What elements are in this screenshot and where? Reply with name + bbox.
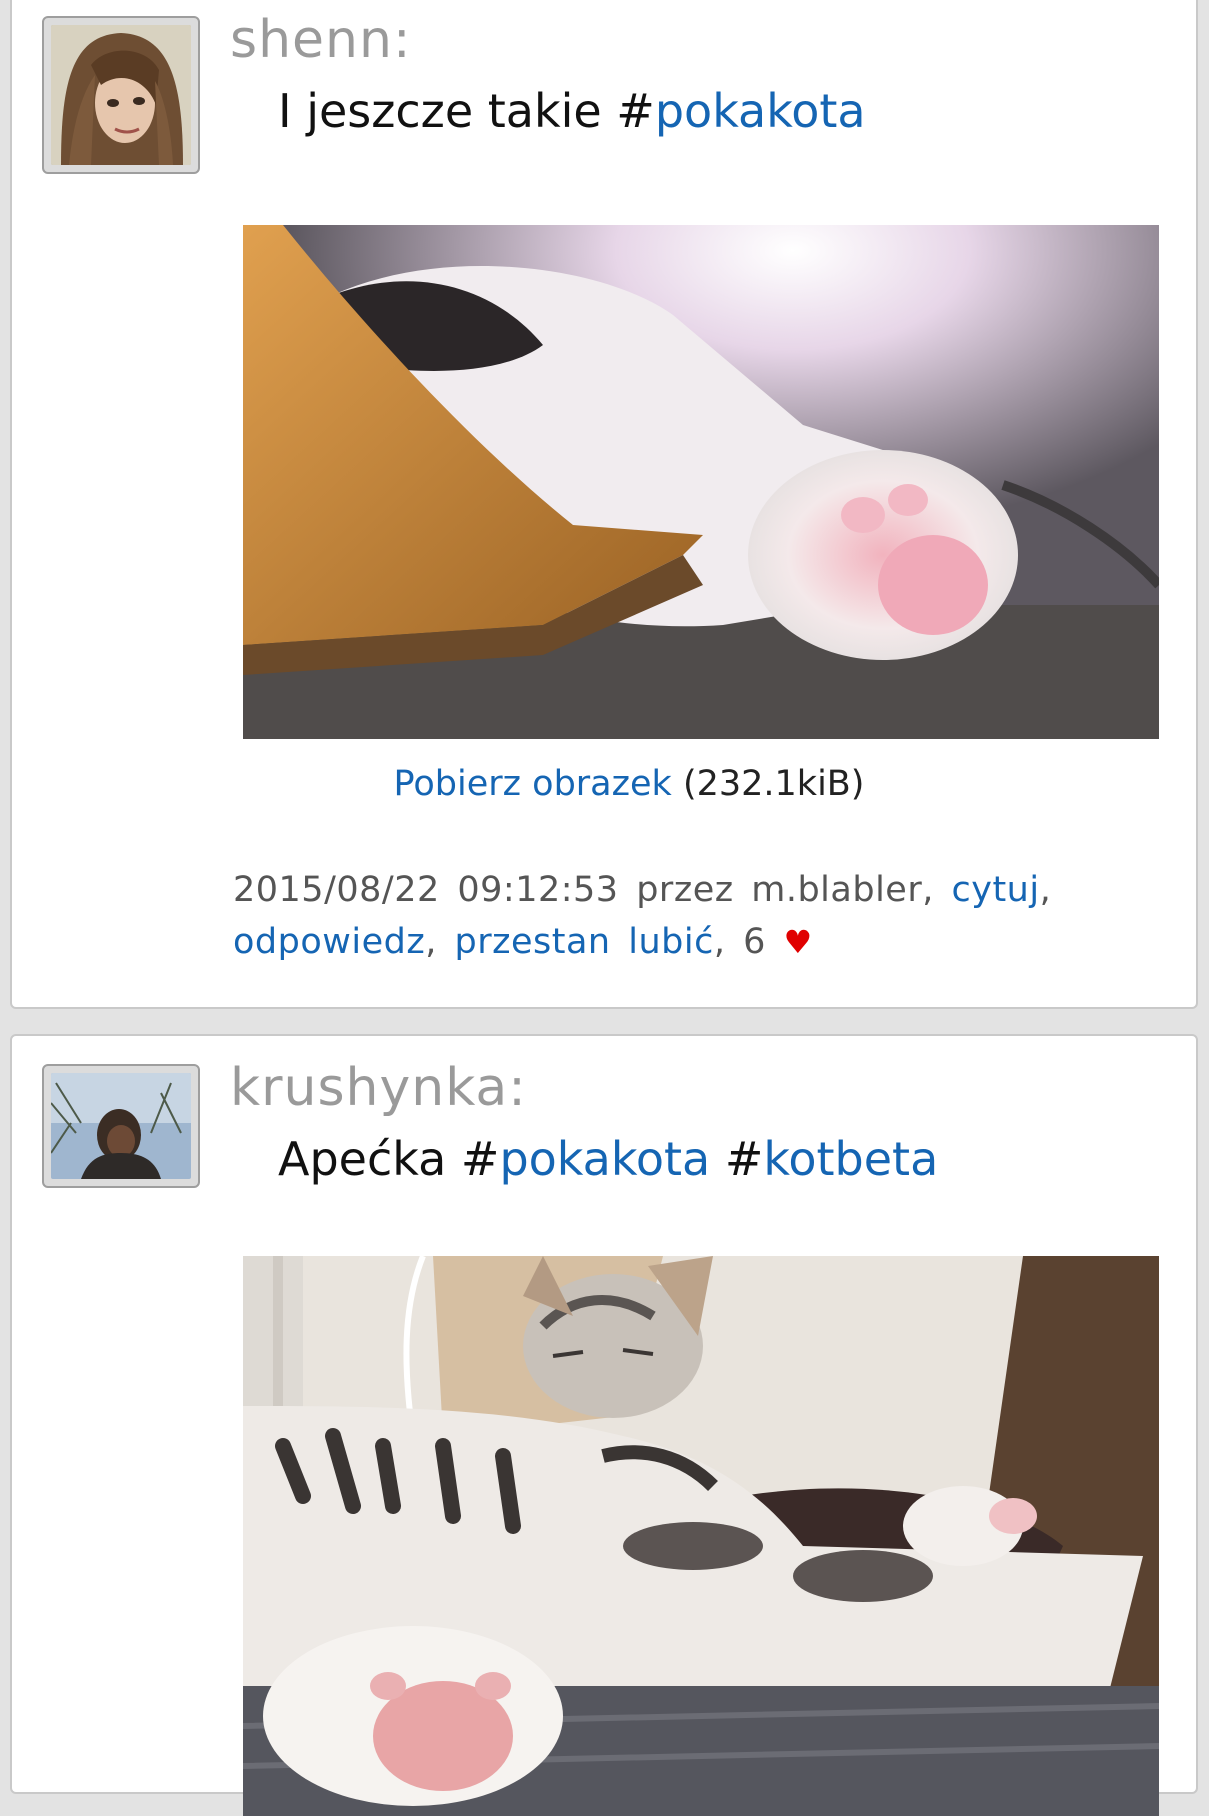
unlike-link[interactable]: przestan lubić	[455, 922, 714, 962]
hashtag-link[interactable]: pokakota	[655, 84, 866, 138]
post-text-prefix: Apećka #	[278, 1132, 500, 1186]
download-image-link[interactable]: Pobierz obrazek	[394, 764, 672, 804]
quote-link[interactable]: cytuj	[952, 870, 1040, 910]
post-meta: 2015/08/22 09:12:53 przez m.blabler, cyt…	[233, 870, 1052, 962]
avatar-image	[51, 25, 191, 165]
post-date: 2015/08/22	[233, 870, 440, 910]
post-image[interactable]	[243, 225, 1159, 739]
post-image[interactable]	[243, 1256, 1159, 1816]
post-author[interactable]: krushynka:	[230, 1058, 527, 1118]
avatar-image	[51, 1073, 191, 1179]
by-user: m.blabler,	[751, 870, 934, 910]
heart-icon: ♥	[783, 923, 813, 961]
by-label: przez	[636, 870, 734, 910]
post-text-prefix: I jeszcze takie #	[278, 84, 655, 138]
hashtag-link[interactable]: pokakota	[499, 1132, 710, 1186]
avatar[interactable]	[42, 1064, 200, 1188]
hashtag-link[interactable]: kotbeta	[763, 1132, 938, 1186]
post-text: I jeszcze takie #pokakota	[278, 84, 866, 138]
post-card: krushynka: Apećka #pokakota #kotbeta	[10, 1034, 1198, 1816]
reply-link[interactable]: odpowiedz	[233, 922, 425, 962]
post-time: 09:12:53	[457, 870, 619, 910]
download-line: Pobierz obrazek (232.1kiB)	[12, 764, 1196, 804]
post-author[interactable]: shenn:	[230, 10, 411, 70]
post-text: Apećka #pokakota #kotbeta	[278, 1132, 939, 1186]
post-card: shenn: I jeszcze takie #pokakota Pobierz…	[10, 0, 1198, 1009]
likes-count: 6	[743, 922, 766, 962]
file-size: (232.1kiB)	[682, 764, 865, 804]
avatar[interactable]	[42, 16, 200, 174]
